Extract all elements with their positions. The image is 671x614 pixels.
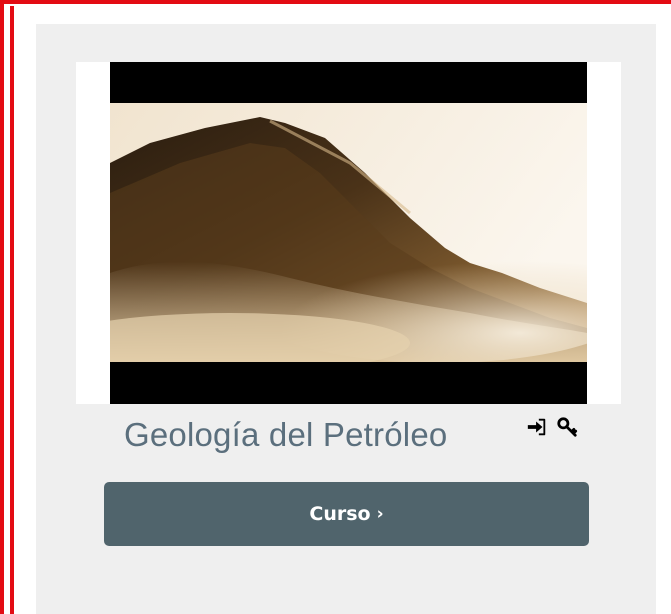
course-image[interactable] [110,62,587,404]
course-image-container[interactable] [76,62,621,404]
course-button[interactable]: Curso › [104,482,589,546]
course-action-icons [526,414,578,440]
course-title[interactable]: Geología del Petróleo [124,416,447,454]
misty-mountain-image [110,103,587,362]
key-icon[interactable] [556,416,578,438]
course-button-label: Curso [309,503,371,525]
enrol-icon[interactable] [526,416,548,438]
chevron-right-icon: › [376,504,384,524]
course-card: Geología del Petróleo Curso › [36,24,656,614]
